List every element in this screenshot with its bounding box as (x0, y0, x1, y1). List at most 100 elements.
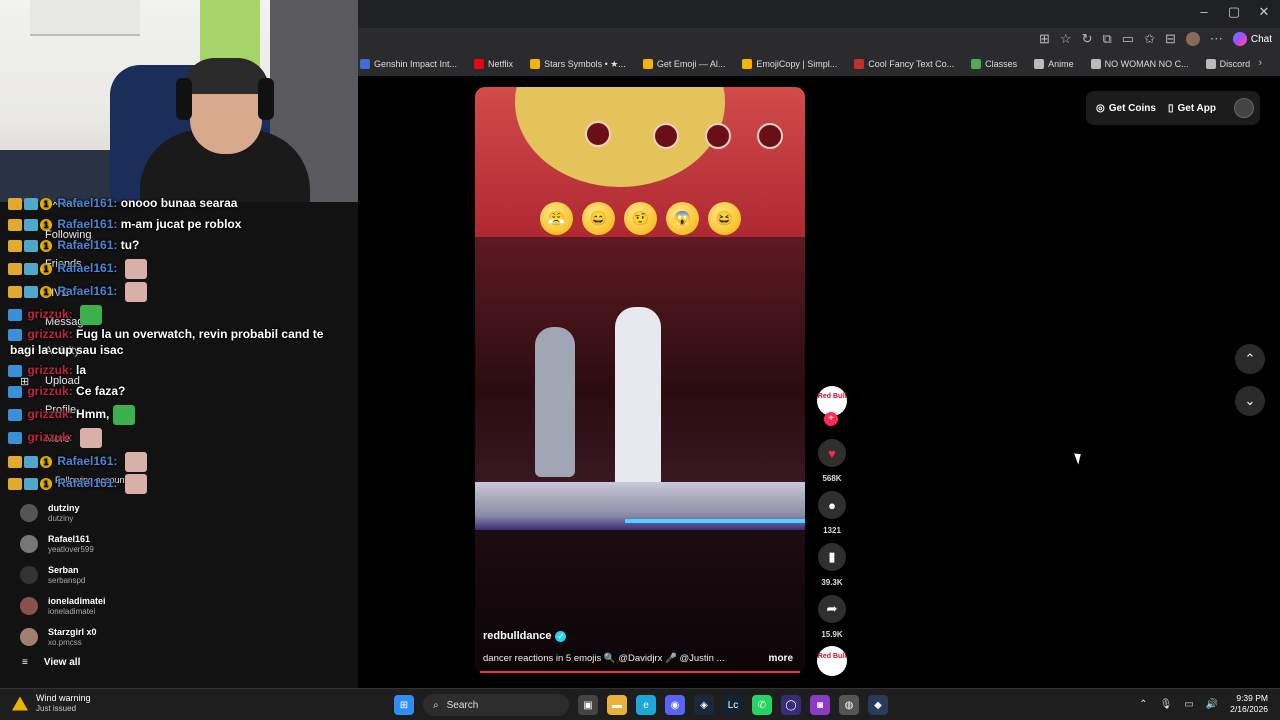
share-arrow-icon[interactable]: ➦ (818, 595, 846, 623)
apps-icon[interactable]: ⊞ (1039, 31, 1050, 47)
like-count: 568K (822, 474, 842, 483)
windows-start-icon[interactable]: ⊞ (394, 695, 414, 715)
following-account-item[interactable]: Serban serbanspd (20, 562, 85, 588)
collections-icon[interactable]: ⊟ (1165, 31, 1176, 47)
chat-username[interactable]: Rafael161 (57, 261, 113, 275)
chat-message: 1 Rafael161: onooo bunaa searaa (8, 196, 237, 210)
chevron-up-icon[interactable]: ⌃ (1139, 699, 1147, 710)
chat-message: 1 Rafael161: m-am jucat pe roblox (8, 217, 241, 231)
chat-username[interactable]: grizzuk (27, 363, 68, 377)
emoji-3: 🤨 (624, 202, 657, 235)
app-icon[interactable]: ◯ (781, 695, 801, 715)
volume-icon[interactable]: 🔊 (1206, 699, 1218, 710)
following-account-item[interactable]: ioneladimatei ioneladimatei (20, 593, 106, 619)
chat-text: Fug la un overwatch, revin probabil cand… (76, 327, 324, 341)
mod-badge-icon (8, 328, 22, 341)
clock[interactable]: 9:39 PM 2/16/2026 (1230, 693, 1268, 715)
maximize-icon[interactable]: ▢ (1222, 4, 1246, 20)
obs-icon[interactable]: ◍ (839, 695, 859, 715)
lunar-client-icon[interactable]: Lc (723, 695, 743, 715)
get-coins-button[interactable]: ◎ Get Coins (1096, 103, 1156, 114)
chat-message: grizzuk: Hmm, (8, 405, 136, 425)
bookmark-item[interactable]: Netflix (474, 59, 513, 69)
task-view-icon[interactable]: ▣ (578, 695, 598, 715)
following-account-item[interactable]: Rafael161 yeatlover599 (20, 531, 94, 557)
following-account-item[interactable]: dutziny dutziny (20, 500, 80, 526)
user-avatar[interactable] (1234, 98, 1254, 118)
refresh-icon[interactable]: ↻ (1082, 31, 1093, 47)
file-explorer-icon[interactable]: ▬ (607, 695, 627, 715)
comment-icon[interactable]: ● (818, 491, 846, 519)
menu-icon[interactable]: ⋯ (1210, 31, 1223, 47)
like-heart-icon[interactable]: ♥ (818, 439, 846, 467)
whatsapp-icon[interactable]: ✆ (752, 695, 772, 715)
taskbar-search[interactable]: ⌕ Search (423, 694, 569, 716)
bookmark-item[interactable]: NO WOMAN NO C... (1090, 59, 1189, 69)
get-app-button[interactable]: ▯ Get App (1168, 103, 1216, 114)
chat-username[interactable]: grizzuk (27, 307, 68, 321)
video-player[interactable]: 😤 😄 🤨 😱 😆 redbulldance ✓ dancer reaction… (475, 87, 805, 675)
bookmark-item[interactable]: Genshin Impact Int... (360, 59, 457, 69)
bookmarks-bar: Genshin Impact Int... Netflix Stars Symbol… (358, 52, 1280, 76)
browser-titlebar: – ▢ ✕ (358, 0, 1280, 28)
bookmark-item[interactable]: Cool Fancy Text Co... (854, 59, 954, 69)
close-icon[interactable]: ✕ (1252, 4, 1276, 20)
bookmark-item[interactable]: Stars Symbols • ★... (530, 59, 626, 70)
chat-message: 1 Rafael161: tu? (8, 238, 139, 252)
following-account-item[interactable]: Starzgirl x0 xo.pmcss (20, 624, 97, 650)
headphones-left (176, 78, 192, 120)
bookmark-item[interactable]: Discord (1205, 59, 1250, 69)
chat-username[interactable]: Rafael161 (57, 476, 113, 490)
profile-avatar[interactable] (1185, 32, 1200, 46)
network-icon[interactable]: ▭ (1184, 699, 1193, 710)
minimize-icon[interactable]: – (1192, 4, 1216, 19)
app-icon-2[interactable]: ◆ (868, 695, 888, 715)
discord-icon[interactable]: ◉ (665, 695, 685, 715)
split-screen-icon[interactable]: ▭ (1122, 31, 1134, 47)
chat-username[interactable]: Rafael161 (57, 196, 113, 210)
extensions-icon[interactable]: ⧉ (1102, 31, 1111, 47)
follow-plus-icon[interactable]: + (824, 412, 838, 426)
chat-text: Ce faza? (76, 384, 126, 398)
bookmark-item[interactable]: Get Emoji — Al... (642, 59, 725, 69)
chat-emote-icon (113, 405, 136, 425)
microphone-icon[interactable]: 🎙 (1160, 699, 1173, 710)
bookmark-icon[interactable]: ▮ (818, 543, 846, 571)
video-username[interactable]: redbulldance ✓ (483, 630, 567, 642)
video-window-3 (705, 123, 731, 149)
music-disc-avatar[interactable]: Red Bull (817, 646, 847, 676)
favorite-star-icon[interactable]: ☆ (1060, 31, 1072, 47)
chat-username[interactable]: grizzuk (27, 430, 68, 444)
video-progress-bar[interactable] (480, 671, 800, 673)
chat-message: 1 Rafael161: (8, 282, 147, 302)
chat-username[interactable]: Rafael161 (57, 454, 113, 468)
bookmark-icon (474, 59, 485, 69)
steam-icon[interactable]: ◈ (694, 695, 714, 715)
chat-username[interactable]: grizzuk (27, 384, 68, 398)
copilot-chat-button[interactable]: Chat (1232, 32, 1272, 46)
search-icon: ⌕ (433, 699, 439, 711)
streaming-app-icon[interactable]: ◙ (810, 695, 830, 715)
chat-username[interactable]: grizzuk (27, 407, 68, 421)
bookmark-item[interactable]: Classes (971, 59, 1017, 69)
bookmark-item[interactable]: EmojiCopy | Simpl... (742, 59, 837, 69)
edge-icon[interactable]: e (636, 695, 656, 715)
bookmark-item[interactable]: Anime (1034, 59, 1074, 69)
chat-username[interactable]: Rafael161 (57, 284, 113, 298)
crown-badge-icon (8, 478, 22, 490)
previous-video-chevron-up-icon[interactable]: ⌃ (1235, 344, 1265, 374)
next-video-chevron-down-icon[interactable]: ⌄ (1235, 386, 1265, 416)
verified-icon: ✓ (555, 630, 567, 642)
chat-username[interactable]: Rafael161 (57, 217, 113, 231)
more-button[interactable]: more (769, 653, 793, 664)
weather-widget[interactable]: Wind warning Just issued (12, 693, 91, 714)
chat-username[interactable]: Rafael161 (57, 238, 113, 252)
favorites-icon[interactable]: ✩ (1144, 31, 1155, 47)
chevron-right-icon[interactable]: › (1258, 57, 1262, 69)
mod-badge-icon (8, 385, 22, 398)
video-description[interactable]: dancer reactions in 5 emojis 🔍 @Davidjrx… (483, 653, 724, 664)
sub-badge-icon (24, 218, 38, 231)
emoji-2: 😄 (582, 202, 615, 235)
chat-username[interactable]: grizzuk (27, 327, 68, 341)
view-all-button[interactable]: ≡ View all (22, 657, 80, 668)
